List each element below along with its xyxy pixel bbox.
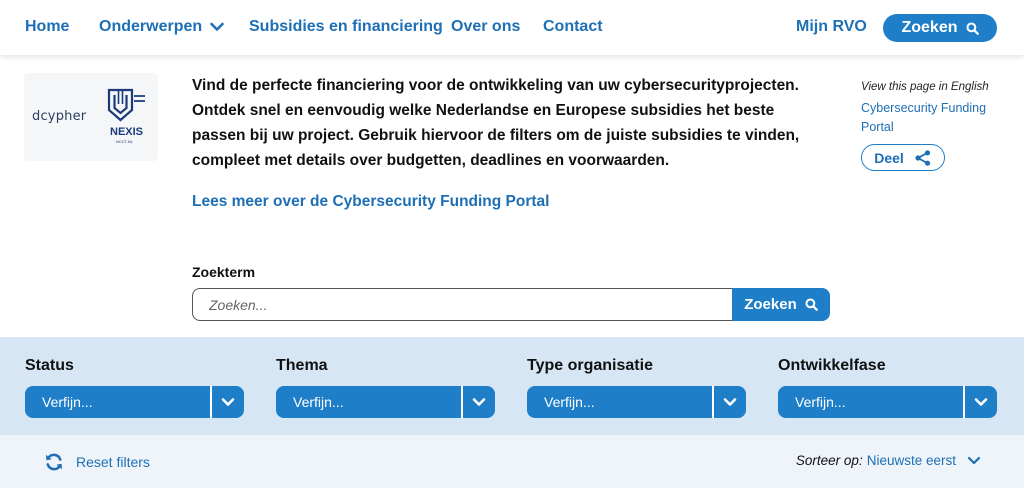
filter-title: Ontwikkelfase <box>778 357 886 374</box>
share-label: Deel <box>874 149 904 166</box>
chevron-down-icon <box>221 398 235 406</box>
chevron-down-icon <box>967 456 981 464</box>
intro-text: Vind de perfecte financiering voor de on… <box>192 77 800 169</box>
dcypher-logo: dcypher <box>32 109 87 124</box>
nav-onderwerpen[interactable]: Onderwerpen <box>99 18 224 36</box>
nav-subsidies[interactable]: Subsidies en financiering <box>249 18 443 36</box>
divider <box>712 386 714 418</box>
nav-contact-label: Contact <box>543 18 603 35</box>
share-icon <box>915 149 930 166</box>
search-term-label: Zoekterm <box>192 264 256 280</box>
chevron-down-icon <box>974 398 988 406</box>
sort-control[interactable]: Sorteer op: Nieuwste eerst <box>796 453 982 468</box>
search-submit-label: Zoeken <box>744 296 797 313</box>
english-version-label: View this page in English <box>861 81 989 93</box>
nav-contact[interactable]: Contact <box>543 18 603 36</box>
header-search-button[interactable]: Zoeken <box>883 14 997 42</box>
search-submit-button[interactable]: Zoeken <box>732 288 830 321</box>
filter-title: Type organisatie <box>527 357 653 374</box>
chevron-down-icon <box>723 398 737 406</box>
reset-filters-label: Reset filters <box>76 454 150 470</box>
reset-filters-button[interactable]: Reset filters <box>44 452 150 472</box>
nav-mijn-rvo[interactable]: Mijn RVO <box>796 18 867 36</box>
filter-select-value: Verfijn... <box>42 394 93 410</box>
filter-ontwikkelfase-select[interactable]: Verfijn... <box>778 386 997 418</box>
share-button[interactable]: Deel <box>861 144 945 171</box>
results-toolbar: Reset filters Sorteer op: Nieuwste eerst <box>0 435 1024 488</box>
partner-logos: dcypher NEXIS NCCT.NL <box>24 73 158 161</box>
chevron-down-icon <box>210 22 224 31</box>
nav-mijn-rvo-label: Mijn RVO <box>796 18 867 35</box>
divider <box>461 386 463 418</box>
filter-thema-select[interactable]: Verfijn... <box>276 386 495 418</box>
nexis-logo-text: NEXIS <box>110 126 144 138</box>
search-input[interactable] <box>192 288 733 321</box>
search-icon <box>965 21 979 35</box>
divider <box>210 386 212 418</box>
nav-onderwerpen-label: Onderwerpen <box>99 18 203 35</box>
filter-title: Status <box>25 357 74 374</box>
refresh-icon <box>46 453 62 471</box>
nav-over-ons-label: Over ons <box>451 18 521 35</box>
nav-subsidies-label: Subsidies en financiering <box>249 18 443 35</box>
chevron-down-icon <box>472 398 486 406</box>
filter-select-value: Verfijn... <box>544 394 595 410</box>
english-version-link[interactable]: Cybersecurity Funding Portal <box>861 99 991 137</box>
read-more-link[interactable]: Lees meer over de Cybersecurity Funding … <box>192 193 549 211</box>
filter-panel: Status Verfijn... Thema Verfijn... Type … <box>0 337 1024 435</box>
filter-type-organisatie-select[interactable]: Verfijn... <box>527 386 746 418</box>
top-navigation: Home Onderwerpen Subsidies en financieri… <box>0 0 1024 55</box>
divider <box>963 386 965 418</box>
filter-title: Thema <box>276 357 328 374</box>
nav-home-label: Home <box>25 18 70 35</box>
sort-label: Sorteer op: <box>795 453 863 468</box>
sort-value: Nieuwste eerst <box>866 453 956 468</box>
nexis-logo-subtext: NCCT.NL <box>116 139 133 144</box>
filter-select-value: Verfijn... <box>795 394 846 410</box>
nav-home[interactable]: Home <box>25 18 69 36</box>
nexis-logo-mark <box>107 88 145 122</box>
nav-over-ons[interactable]: Over ons <box>451 18 520 36</box>
filter-status-select[interactable]: Verfijn... <box>25 386 244 418</box>
filter-select-value: Verfijn... <box>293 394 344 410</box>
search-icon <box>805 298 818 311</box>
header-search-label: Zoeken <box>901 19 958 36</box>
